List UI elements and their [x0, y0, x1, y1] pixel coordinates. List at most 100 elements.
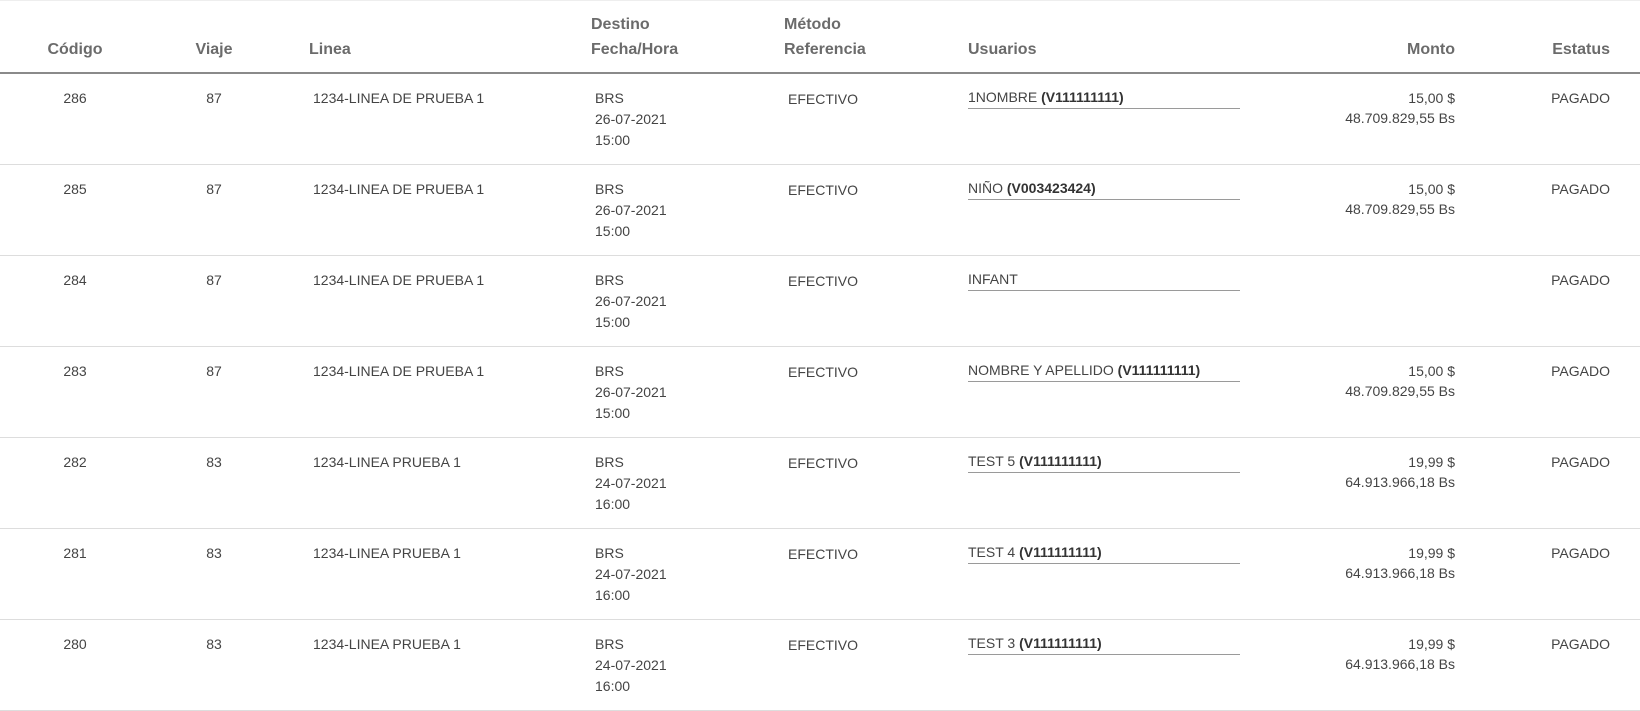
cell-hora: 16:00	[595, 587, 631, 603]
cell-viaje: 83	[206, 454, 222, 470]
table-body: 286 87 1234-LINEA DE PRUEBA 1 BRS 26-07-…	[0, 74, 1640, 711]
monto-bs: 64.913.966,18 Bs	[1345, 656, 1455, 672]
reservations-table: Código Viaje Linea Destino Fecha/Hora Mé…	[0, 0, 1640, 711]
table-row[interactable]: 285 87 1234-LINEA DE PRUEBA 1 BRS 26-07-…	[0, 165, 1640, 256]
table-row[interactable]: 282 83 1234-LINEA PRUEBA 1 BRS 24-07-202…	[0, 438, 1640, 529]
cell-usuario[interactable]: NIÑO (V003423424)	[968, 179, 1240, 200]
cell-linea: 1234-LINEA DE PRUEBA 1	[313, 363, 485, 379]
header-estatus[interactable]: Estatus	[1552, 37, 1610, 62]
cell-destino-fecha: BRS 26-07-2021 15:00	[595, 361, 667, 424]
usuario-documento: (V111111111)	[1019, 544, 1102, 560]
cell-monto: 19,99 $ 64.913.966,18 Bs	[1345, 634, 1455, 674]
cell-codigo: 284	[63, 272, 87, 288]
cell-fecha: 24-07-2021	[595, 657, 667, 673]
cell-usuario[interactable]: INFANT	[968, 270, 1240, 291]
cell-viaje: 83	[206, 545, 222, 561]
table-row[interactable]: 283 87 1234-LINEA DE PRUEBA 1 BRS 26-07-…	[0, 347, 1640, 438]
header-destino: Destino	[591, 16, 650, 33]
table-row[interactable]: 280 83 1234-LINEA PRUEBA 1 BRS 24-07-202…	[0, 620, 1640, 711]
header-usuarios[interactable]: Usuarios	[968, 37, 1036, 62]
usuario-nombre: INFANT	[968, 271, 1018, 287]
cell-usuario[interactable]: TEST 5 (V111111111)	[968, 452, 1240, 473]
cell-codigo: 283	[63, 363, 87, 379]
cell-estatus: PAGADO	[1551, 454, 1610, 470]
cell-hora: 15:00	[595, 314, 631, 330]
monto-bs: 48.709.829,55 Bs	[1345, 201, 1455, 217]
cell-monto: 15,00 $ 48.709.829,55 Bs	[1345, 179, 1455, 219]
table-header: Código Viaje Linea Destino Fecha/Hora Mé…	[0, 0, 1640, 74]
header-metodo-referencia[interactable]: Método Referencia	[784, 12, 866, 62]
cell-metodo: EFECTIVO	[788, 455, 859, 471]
monto-usd: 19,99 $	[1408, 454, 1455, 470]
monto-usd: 15,00 $	[1408, 90, 1455, 106]
cell-linea: 1234-LINEA PRUEBA 1	[313, 545, 461, 561]
cell-viaje: 87	[206, 272, 222, 288]
usuario-nombre: TEST 5	[968, 453, 1016, 469]
header-viaje[interactable]: Viaje	[150, 37, 278, 62]
header-referencia: Referencia	[784, 41, 866, 58]
cell-destino-fecha: BRS 26-07-2021 15:00	[595, 179, 667, 242]
cell-fecha: 26-07-2021	[595, 202, 667, 218]
cell-viaje: 87	[206, 90, 222, 106]
table-row[interactable]: 281 83 1234-LINEA PRUEBA 1 BRS 24-07-202…	[0, 529, 1640, 620]
usuario-nombre: TEST 4	[968, 544, 1016, 560]
cell-codigo: 286	[63, 90, 87, 106]
cell-codigo: 280	[63, 636, 87, 652]
cell-metodo: EFECTIVO	[788, 273, 859, 289]
usuario-nombre: NIÑO	[968, 180, 1003, 196]
cell-linea: 1234-LINEA DE PRUEBA 1	[313, 272, 485, 288]
cell-hora: 15:00	[595, 132, 631, 148]
cell-fecha: 24-07-2021	[595, 475, 667, 491]
cell-metodo: EFECTIVO	[788, 637, 859, 653]
usuario-nombre: TEST 3	[968, 635, 1016, 651]
cell-hora: 15:00	[595, 405, 631, 421]
cell-monto: 15,00 $ 48.709.829,55 Bs	[1345, 361, 1455, 401]
cell-destino: BRS	[595, 454, 624, 470]
cell-usuario[interactable]: TEST 3 (V111111111)	[968, 634, 1240, 655]
monto-usd: 15,00 $	[1408, 181, 1455, 197]
cell-estatus: PAGADO	[1551, 90, 1610, 106]
usuario-nombre: NOMBRE Y APELLIDO	[968, 362, 1114, 378]
cell-usuario[interactable]: NOMBRE Y APELLIDO (V111111111)	[968, 361, 1240, 382]
usuario-nombre: 1NOMBRE	[968, 89, 1038, 105]
table-row[interactable]: 286 87 1234-LINEA DE PRUEBA 1 BRS 26-07-…	[0, 74, 1640, 165]
cell-monto: 15,00 $ 48.709.829,55 Bs	[1345, 88, 1455, 128]
monto-usd: 19,99 $	[1408, 545, 1455, 561]
cell-codigo: 282	[63, 454, 87, 470]
usuario-documento: (V111111111)	[1019, 635, 1102, 651]
header-monto[interactable]: Monto	[1407, 37, 1455, 62]
cell-codigo: 285	[63, 181, 87, 197]
header-destino-fecha[interactable]: Destino Fecha/Hora	[591, 12, 678, 62]
monto-usd: 19,99 $	[1408, 636, 1455, 652]
header-linea[interactable]: Linea	[309, 37, 351, 62]
cell-linea: 1234-LINEA PRUEBA 1	[313, 636, 461, 652]
cell-fecha: 24-07-2021	[595, 566, 667, 582]
cell-monto: 19,99 $ 64.913.966,18 Bs	[1345, 543, 1455, 583]
monto-usd: 15,00 $	[1408, 363, 1455, 379]
cell-metodo: EFECTIVO	[788, 182, 859, 198]
cell-linea: 1234-LINEA DE PRUEBA 1	[313, 90, 485, 106]
cell-fecha: 26-07-2021	[595, 111, 667, 127]
cell-hora: 16:00	[595, 496, 631, 512]
cell-hora: 15:00	[595, 223, 631, 239]
cell-estatus: PAGADO	[1551, 363, 1610, 379]
cell-estatus: PAGADO	[1551, 181, 1610, 197]
cell-estatus: PAGADO	[1551, 636, 1610, 652]
table-row[interactable]: 284 87 1234-LINEA DE PRUEBA 1 BRS 26-07-…	[0, 256, 1640, 347]
cell-destino: BRS	[595, 545, 624, 561]
cell-destino: BRS	[595, 272, 624, 288]
cell-destino: BRS	[595, 363, 624, 379]
cell-codigo: 281	[63, 545, 87, 561]
cell-metodo: EFECTIVO	[788, 91, 859, 107]
usuario-documento: (V003423424)	[1006, 180, 1096, 196]
cell-usuario[interactable]: TEST 4 (V111111111)	[968, 543, 1240, 564]
cell-usuario[interactable]: 1NOMBRE (V111111111)	[968, 88, 1240, 109]
cell-destino-fecha: BRS 24-07-2021 16:00	[595, 452, 667, 515]
monto-bs: 64.913.966,18 Bs	[1345, 565, 1455, 581]
usuario-documento: (V111111111)	[1117, 362, 1201, 378]
header-metodo: Método	[784, 16, 841, 33]
cell-hora: 16:00	[595, 678, 631, 694]
cell-estatus: PAGADO	[1551, 272, 1610, 288]
cell-destino: BRS	[595, 636, 624, 652]
header-codigo[interactable]: Código	[0, 37, 150, 62]
